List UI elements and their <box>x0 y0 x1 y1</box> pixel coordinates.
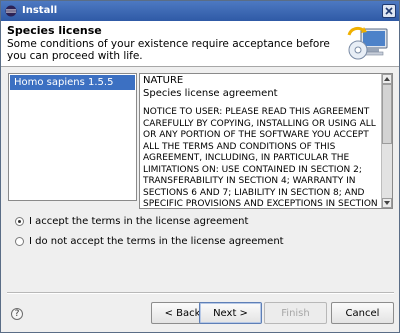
cancel-button[interactable]: Cancel <box>331 302 394 324</box>
scroll-thumb[interactable] <box>382 84 392 144</box>
license-line: SPECIFIC PROVISIONS AND EXCEPTIONS IN SE… <box>143 199 378 209</box>
license-line: ALL THE TERMS AND CONDITIONS OF THIS <box>143 141 336 152</box>
accept-radio[interactable] <box>15 216 24 226</box>
license-line: LIMITATIONS ON: USE CONTAINED IN SECTION… <box>143 164 362 175</box>
close-button[interactable] <box>382 4 396 18</box>
license-text-area[interactable]: NATURE Species license agreement NOTICE … <box>139 73 393 209</box>
chevron-down-icon <box>384 201 390 205</box>
page-title: Species license <box>7 24 102 37</box>
help-icon[interactable]: ? <box>11 308 23 320</box>
license-heading: NATURE <box>143 75 184 86</box>
license-text: NATURE Species license agreement NOTICE … <box>143 74 379 209</box>
license-line: CAREFULLY BY COPYING, INSTALLING OR USIN… <box>143 118 376 129</box>
close-icon <box>385 7 393 15</box>
license-line: TRANSFERABILITY IN SECTION 4; WARRANTY I… <box>143 176 356 186</box>
install-wizard-icon <box>347 26 388 60</box>
title-bar[interactable]: Install <box>1 1 399 21</box>
decline-radio[interactable] <box>15 236 24 246</box>
cancel-label: Cancel <box>345 307 380 319</box>
next-button[interactable]: Next > <box>199 302 262 324</box>
license-subheading: Species license agreement <box>143 88 278 99</box>
back-label: < Back <box>164 307 201 319</box>
license-line: NOTICE TO USER: PLEASE READ THIS AGREEME… <box>143 107 370 117</box>
species-list[interactable]: Homo sapiens 1.5.5 <box>8 73 137 201</box>
next-label: Next > <box>213 307 248 319</box>
finish-label: Finish <box>281 307 310 319</box>
license-line: AGREEMENT, INCLUDING, IN PARTICULAR THE <box>143 153 350 163</box>
scroll-up-button[interactable] <box>382 74 392 84</box>
window-title: Install <box>22 5 58 16</box>
license-scrollbar[interactable] <box>381 74 392 208</box>
chevron-up-icon <box>384 77 390 81</box>
install-dialog: Install Species license Some conditions … <box>0 0 400 333</box>
license-line: SECTIONS 6 AND 7; LIABILITY IN SECTION 8… <box>143 187 365 198</box>
page-description: Some conditions of your existence requir… <box>7 38 330 62</box>
scroll-down-button[interactable] <box>382 198 392 208</box>
finish-button: Finish <box>264 302 327 324</box>
list-item-homo-sapiens[interactable]: Homo sapiens 1.5.5 <box>10 75 135 90</box>
eclipse-icon <box>5 5 17 17</box>
decline-option[interactable]: I do not accept the terms in the license… <box>15 234 284 248</box>
accept-label: I accept the terms in the license agreem… <box>29 215 249 227</box>
accept-option[interactable]: I accept the terms in the license agreem… <box>15 214 248 228</box>
license-line: OR ANY PORTION OF THE SOFTWARE YOU ACCEP… <box>143 130 369 140</box>
decline-label: I do not accept the terms in the license… <box>29 235 284 247</box>
button-separator <box>7 292 394 294</box>
wizard-header: Species license Some conditions of your … <box>1 21 399 67</box>
